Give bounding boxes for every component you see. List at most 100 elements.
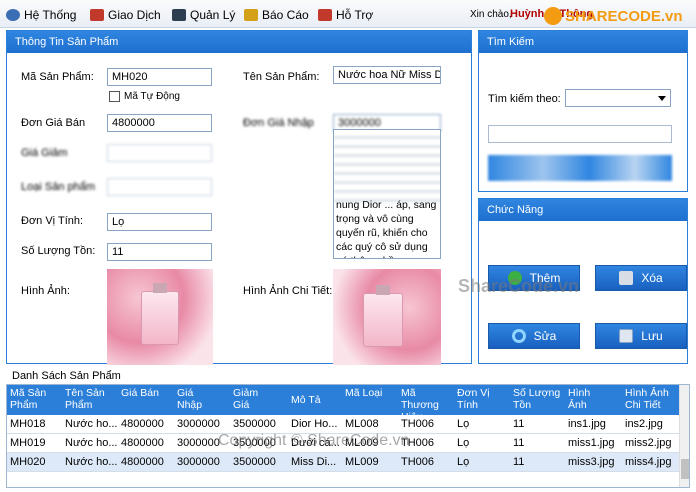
cell: ML008 bbox=[345, 418, 379, 430]
cell: Dior Ho... bbox=[291, 418, 338, 430]
gear-icon bbox=[6, 9, 20, 21]
menu-quan-ly[interactable]: Quản Lý bbox=[172, 6, 235, 24]
loai-sp-select[interactable] bbox=[107, 178, 212, 196]
menu-bao-cao[interactable]: Báo Cáo bbox=[244, 6, 309, 24]
cell: ML009 bbox=[345, 456, 379, 468]
menu-giao-dich[interactable]: Giao Dịch bbox=[90, 6, 161, 24]
save-label: Lưu bbox=[641, 329, 663, 343]
cell: Nước ho... bbox=[65, 437, 118, 449]
vertical-scrollbar[interactable] bbox=[679, 385, 689, 487]
greeting-text: Xin chào, bbox=[470, 9, 512, 20]
cell: 3000000 bbox=[177, 456, 220, 468]
cell: Nước ho... bbox=[65, 456, 118, 468]
product-detail-image[interactable] bbox=[333, 269, 441, 365]
search-input[interactable] bbox=[488, 125, 672, 143]
gia-giam-input[interactable] bbox=[107, 144, 212, 162]
transaction-icon bbox=[90, 9, 104, 21]
menu-label: Báo Cáo bbox=[262, 8, 309, 22]
col-header[interactable]: Mã Sản Phẩm bbox=[10, 387, 62, 411]
cell: Lọ bbox=[457, 456, 470, 468]
panel-title: Chức Năng bbox=[479, 199, 687, 221]
so-luong-ton-input[interactable]: 11 bbox=[107, 243, 212, 261]
menu-he-thong[interactable]: Hệ Thống bbox=[6, 6, 76, 24]
cell: MH020 bbox=[10, 456, 46, 468]
bottle-cap-icon bbox=[376, 285, 390, 295]
cell: miss4.jpg bbox=[625, 456, 672, 468]
cell: 11 bbox=[513, 456, 525, 468]
cell: 3500000 bbox=[233, 418, 276, 430]
edit-button[interactable]: Sửa bbox=[488, 323, 580, 349]
col-header[interactable]: Số Lượng Tồn bbox=[513, 387, 565, 411]
mo-ta-text: nung Dior ... áp, sang trọng và vô cùng … bbox=[336, 199, 437, 258]
bottle-cap-icon bbox=[153, 283, 167, 293]
col-header[interactable]: Hình Ảnh Chi Tiết bbox=[625, 387, 677, 411]
so-luong-ton-label: Số Lượng Tồn: bbox=[21, 245, 96, 257]
menu-label: Hệ Thống bbox=[24, 8, 77, 22]
mo-ta-textarea[interactable]: nung Dior ... áp, sang trọng và vô cùng … bbox=[333, 129, 441, 259]
help-icon bbox=[318, 9, 332, 21]
cell: Nước ho... bbox=[65, 418, 118, 430]
grid-header: Mã Sản Phẩm Tên Sản Phẩm Giá Bán Giá Nhậ… bbox=[7, 385, 679, 415]
watermark-logo: SHARECODE.vn bbox=[544, 6, 683, 26]
col-header[interactable]: Giá Bán bbox=[121, 387, 161, 399]
menu-bar: Hệ Thống Giao Dịch Quản Lý Báo Cáo Hỗ Tr… bbox=[0, 0, 696, 28]
product-info-panel: Thông Tin Sản Phẩm Mã Sản Phẩm: MH020 Mã… bbox=[6, 30, 472, 365]
col-header[interactable]: Mô Tả bbox=[291, 394, 331, 406]
col-header[interactable]: Tên Sản Phẩm bbox=[65, 387, 117, 411]
ten-sp-input[interactable]: Nước hoa Nữ Miss Di bbox=[333, 66, 441, 84]
gia-giam-label: Giá Giảm bbox=[21, 147, 68, 159]
col-header[interactable]: Mã Loại bbox=[345, 387, 385, 399]
menu-label: Giao Dịch bbox=[108, 8, 161, 22]
table-row-selected[interactable]: MH020 Nước ho... 4800000 3000000 3500000… bbox=[7, 453, 679, 472]
chevron-down-icon bbox=[658, 95, 666, 101]
logo-circle-icon bbox=[544, 7, 562, 25]
menu-label: Quản Lý bbox=[190, 8, 236, 22]
cell: MH019 bbox=[10, 437, 46, 449]
cell: TH006 bbox=[401, 418, 435, 430]
ma-sp-input[interactable]: MH020 bbox=[107, 68, 212, 86]
col-header[interactable]: Hình Ảnh bbox=[568, 387, 608, 411]
perfume-bottle-icon bbox=[141, 291, 179, 345]
watermark-mid: ShareCode.vn bbox=[458, 276, 580, 296]
floppy-disk-icon bbox=[619, 329, 634, 343]
cell: 3000000 bbox=[177, 437, 220, 449]
scroll-thumb[interactable] bbox=[681, 459, 689, 479]
don-gia-ban-label: Đơn Giá Bán bbox=[21, 117, 86, 129]
delete-label: Xóa bbox=[641, 271, 663, 285]
ma-sp-label: Mã Sản Phẩm: bbox=[21, 71, 94, 83]
users-icon bbox=[172, 9, 186, 21]
cell: MH018 bbox=[10, 418, 46, 430]
menu-label: Hỗ Trợ bbox=[336, 8, 374, 22]
cell: ins1.jpg bbox=[568, 418, 606, 430]
blurred-overlay bbox=[334, 130, 440, 202]
panel-title: Thông Tin Sản Phẩm bbox=[7, 31, 471, 53]
search-by-select[interactable] bbox=[565, 89, 671, 107]
cell: Lọ bbox=[457, 437, 470, 449]
col-header[interactable]: Giảm Giá bbox=[233, 387, 273, 411]
product-image[interactable] bbox=[107, 269, 213, 365]
search-button[interactable] bbox=[488, 155, 672, 181]
menu-ho-tro[interactable]: Hỗ Trợ bbox=[318, 6, 373, 24]
don-gia-nhap-label: Đơn Giá Nhập bbox=[243, 117, 314, 129]
col-header[interactable]: Đơn Vị Tính bbox=[457, 387, 501, 411]
auto-code-label: Mã Tự Động bbox=[124, 91, 180, 102]
cell: TH006 bbox=[401, 456, 435, 468]
cell: 4800000 bbox=[121, 456, 164, 468]
trash-icon bbox=[619, 271, 634, 285]
report-icon bbox=[244, 9, 258, 21]
panel-title: Tìm Kiếm bbox=[479, 31, 687, 53]
refresh-icon bbox=[511, 329, 526, 343]
don-vi-tinh-label: Đơn Vị Tính: bbox=[21, 215, 84, 227]
auto-code-checkbox[interactable] bbox=[109, 91, 120, 102]
don-gia-ban-input[interactable]: 4800000 bbox=[107, 114, 212, 132]
cell: miss2.jpg bbox=[625, 437, 672, 449]
delete-button[interactable]: Xóa bbox=[595, 265, 687, 291]
cell: Lọ bbox=[457, 418, 470, 430]
col-header[interactable]: Giá Nhập bbox=[177, 387, 217, 411]
don-vi-tinh-input[interactable]: Lọ bbox=[107, 213, 212, 231]
col-header[interactable]: Mã Thương Hiệu bbox=[401, 387, 451, 415]
save-button[interactable]: Lưu bbox=[595, 323, 687, 349]
cell: miss1.jpg bbox=[568, 437, 615, 449]
cell: ins2.jpg bbox=[625, 418, 663, 430]
cell: Miss Di... bbox=[291, 456, 337, 468]
